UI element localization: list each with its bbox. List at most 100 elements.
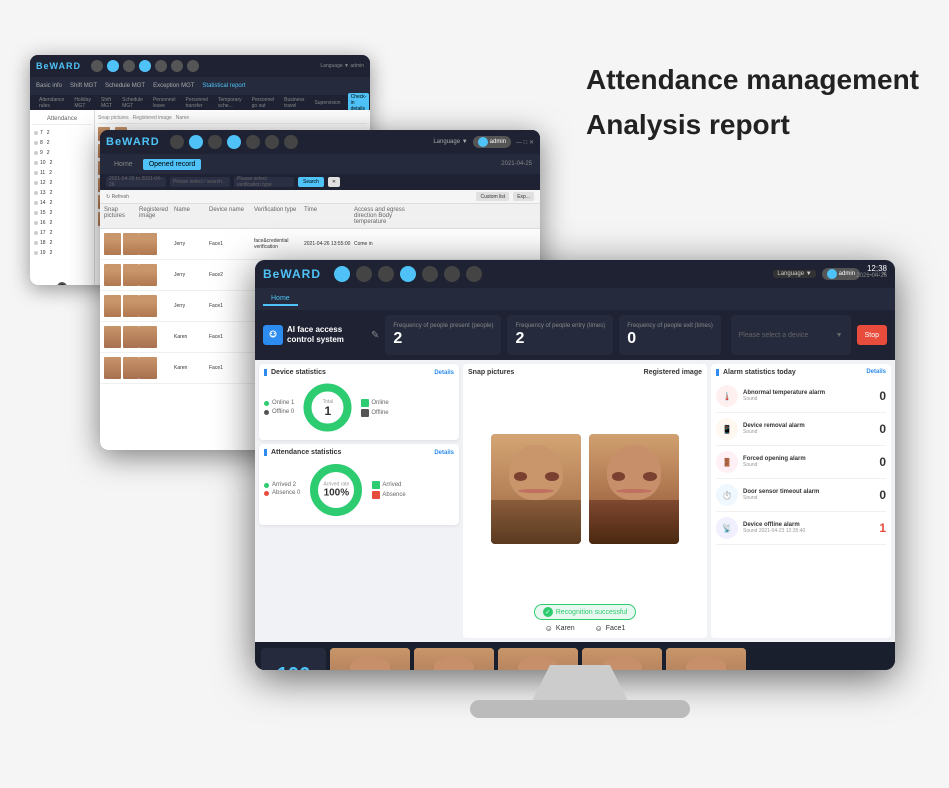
- stat-people-entry: Frequency of people entry (times) 2: [507, 315, 613, 355]
- reg-title: Registered image: [644, 369, 702, 376]
- mid-admin-badge: admin: [473, 136, 511, 148]
- alarm-icon-device: 📱: [716, 418, 738, 440]
- mid-tab-opened[interactable]: Opened record: [143, 159, 202, 170]
- alarm-count-offline: 1: [874, 521, 886, 535]
- person2-label: ☺ Face1: [595, 624, 626, 633]
- mid-nav-video: [246, 135, 260, 149]
- snap-panel: Snap pictures Registered image: [463, 364, 707, 638]
- back-logo: BeWARD: [36, 61, 81, 71]
- back-sidebar-row-16: 162: [32, 218, 92, 228]
- alarm-detail-link[interactable]: Details: [866, 369, 886, 376]
- mid-snap-pair: [104, 326, 139, 348]
- att-color-absent: [372, 491, 380, 499]
- att-absent-dot: [264, 491, 269, 496]
- front-logo: BeWARD: [263, 267, 321, 281]
- back-menu-basic: Basic info: [36, 83, 62, 89]
- bottom-face-img-5: Pass: [666, 648, 746, 670]
- front-device-select[interactable]: Please select a device ▼: [731, 315, 851, 355]
- mid-col-verify: Verification type: [254, 207, 304, 225]
- mid-clear-btn[interactable]: ✕: [328, 177, 340, 187]
- stat-entry-label: Frequency of people entry (times): [515, 323, 605, 331]
- mid-date-range: 2021-04-25: [501, 161, 532, 167]
- alarm-item-device: 📱 Device removal alarm Sound 0: [716, 413, 886, 446]
- stat-people-present: Frequency of people present (people) 2: [385, 315, 501, 355]
- mid-nav-active: [227, 135, 241, 149]
- front-monitor: BeWARD Language ▼ admin — □ ✕ 12:38 2021…: [255, 260, 895, 670]
- recognition-result: ✓ Recognition successful ☺ Karen ☺ Face1: [468, 600, 702, 633]
- alarm-count-temp: 0: [874, 389, 886, 403]
- front-timestamp: 12:38 2021-04-26: [856, 264, 887, 279]
- front-tab-home[interactable]: Home: [263, 293, 298, 306]
- front-nav-doc: [378, 266, 394, 282]
- table-row: Jerry Face1 face&credential verification…: [100, 229, 540, 260]
- row-verify: face&credential verification: [254, 238, 304, 250]
- front-stop-btn[interactable]: Stop: [857, 325, 887, 345]
- back-sidebar-row-10: 102: [32, 158, 92, 168]
- back-sub-schedulemgt: Schedule MGT: [119, 96, 146, 110]
- front-nav-people: [356, 266, 372, 282]
- bottom-face-count-box: 106 Frequency of face recognition today: [261, 648, 326, 670]
- mid-col-snap: Snap pictures: [104, 207, 139, 225]
- device-stats-detail[interactable]: Details: [434, 370, 454, 376]
- rate-center: Arrived rate 100%: [323, 482, 349, 499]
- mid-filter-verify[interactable]: Please select verification type: [234, 177, 294, 187]
- att-arrived-dot: [264, 483, 269, 488]
- mid-topbar: BeWARD Language ▼ admin — □ ✕: [100, 130, 540, 154]
- page-title-main: Attendance management: [586, 60, 919, 99]
- attendance-stats-detail[interactable]: Details: [434, 450, 454, 456]
- back-menubar: Basic info Shift MGT Schedule MGT Except…: [30, 77, 370, 95]
- alarm-panel: Alarm statistics today Details 🌡️ Abnorm…: [711, 364, 891, 638]
- mid-refresh-btn[interactable]: ↻ Refresh: [106, 194, 129, 200]
- device-stats-content: Online 1 Offline 0 Total: [264, 380, 454, 435]
- front-lang-btn[interactable]: Language ▼: [773, 270, 815, 278]
- mid-col-reg: Registered image: [139, 207, 174, 225]
- att-legend: Arrived 2 Absence 0: [264, 482, 300, 498]
- snap-title: Snap pictures: [468, 369, 514, 376]
- mid-tab-home[interactable]: Home: [108, 159, 139, 170]
- back-lang: Language ▼ admin: [320, 63, 364, 69]
- back-sidebar-row-9: 92: [32, 148, 92, 158]
- mid-filter-date[interactable]: 2021-04-25 to 2021-04-26: [106, 177, 166, 187]
- snap-img-container-1: [491, 434, 581, 544]
- row-name: Jerry: [174, 272, 209, 278]
- device-stats-panel: Device statistics Details Online 1 Offli…: [259, 364, 459, 440]
- attendance-rate-circle: Arrived rate 100%: [306, 460, 366, 520]
- back-sidebar-row-18: 182: [32, 238, 92, 248]
- row-device: Face2: [209, 272, 254, 278]
- stat-entry-value: 2: [515, 331, 605, 347]
- back-sidebar-label: Attendance: [32, 114, 92, 125]
- snap-header: Snap pictures Registered image: [468, 369, 702, 376]
- attendance-stats-panel: Attendance statistics Details Arrived 2 …: [259, 444, 459, 525]
- bottom-face-card-1: Pass Name: Karen Dept: Sales Device: Fac…: [330, 648, 410, 670]
- bottom-face-card-5: Pass Name: Karen Dept: Sales Device: Fac…: [666, 648, 746, 670]
- mid-custom-list[interactable]: Custom list: [476, 192, 509, 201]
- back-nav-people: [107, 60, 119, 72]
- mid-reg-pair: [139, 233, 174, 255]
- row-device: Face1: [209, 241, 254, 247]
- front-ai-title: AI face access control system: [287, 325, 367, 344]
- front-nav-active: [400, 266, 416, 282]
- alarm-text-device: Device removal alarm Sound: [743, 423, 869, 435]
- page-header: Attendance management Analysis report: [586, 60, 919, 141]
- row-direction: Come in: [354, 241, 424, 247]
- row-name: Karen: [174, 365, 209, 371]
- legend-color-offline-label: Offline: [371, 410, 388, 416]
- mid-search-btn[interactable]: Search: [298, 177, 324, 187]
- mid-admin-avatar: [478, 137, 488, 147]
- mid-filter-search[interactable]: Please select / search...: [170, 177, 230, 187]
- front-ai-edit[interactable]: ✎: [371, 330, 379, 341]
- mid-export-btn[interactable]: Exp...: [513, 192, 534, 201]
- stat-exit-label: Frequency of people exit (times): [627, 323, 713, 331]
- recognition-names: ☺ Karen ☺ Face1: [545, 624, 626, 633]
- snap-img-1: [491, 434, 581, 544]
- mid-table-header: Snap pictures Registered image Name Devi…: [100, 204, 540, 229]
- legend-online: Online 1: [264, 400, 294, 406]
- mid-logo: BeWARD: [106, 136, 160, 148]
- front-nav-home: [334, 266, 350, 282]
- alarm-item-offline: 📡 Device offline alarm Sound 2021-04-23 …: [716, 512, 886, 545]
- bottom-face-img-1: Pass: [330, 648, 410, 670]
- att-color-arrived-label: Arrived: [382, 482, 401, 488]
- front-right-col: Alarm statistics today Details 🌡️ Abnorm…: [711, 364, 891, 638]
- back-menu-schedule: Schedule MGT: [105, 83, 145, 89]
- back-nav-doc: [123, 60, 135, 72]
